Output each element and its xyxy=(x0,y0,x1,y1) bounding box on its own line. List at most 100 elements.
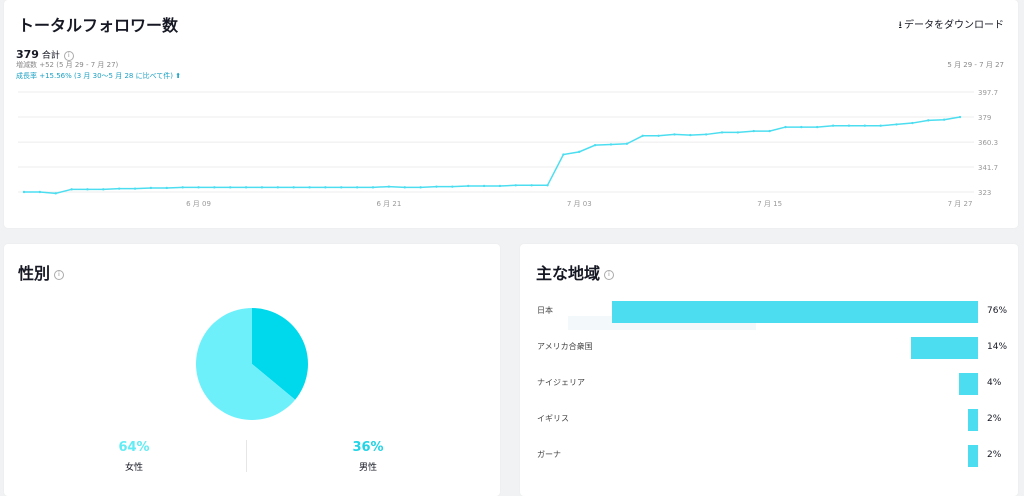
data-point[interactable] xyxy=(831,124,835,127)
x-tick-label: 7 月 03 xyxy=(567,200,592,208)
gender-pie-chart xyxy=(196,308,308,420)
data-point[interactable] xyxy=(609,143,613,146)
data-point[interactable] xyxy=(102,188,105,191)
data-point[interactable] xyxy=(181,186,184,189)
data-point[interactable] xyxy=(784,125,787,129)
followers-card: トータルフォロワー数 ⭳ データをダウンロード 379 合計 i 増減数 +52 (… xyxy=(4,0,1018,228)
data-point[interactable] xyxy=(514,184,517,187)
x-tick-label: 6 月 09 xyxy=(186,200,211,208)
data-point[interactable] xyxy=(800,125,803,129)
region-label: ナイジェリア xyxy=(537,378,585,387)
data-point[interactable] xyxy=(38,190,42,194)
region-label: 日本 xyxy=(537,306,553,315)
data-point[interactable] xyxy=(133,187,137,190)
data-point[interactable] xyxy=(244,186,248,189)
data-point[interactable] xyxy=(942,118,946,121)
data-point[interactable] xyxy=(419,186,422,189)
region-percent: 4% xyxy=(987,378,1002,388)
data-point[interactable] xyxy=(451,185,454,188)
region-title: 主な地域 i xyxy=(536,260,615,284)
data-point[interactable] xyxy=(213,186,216,189)
data-point[interactable] xyxy=(403,186,406,189)
region-bar[interactable] xyxy=(910,337,978,359)
data-point[interactable] xyxy=(704,133,708,136)
region-bar[interactable] xyxy=(968,445,978,467)
data-point[interactable] xyxy=(467,184,470,188)
region-bar[interactable] xyxy=(968,409,978,431)
y-tick-label: 397.7 xyxy=(978,89,998,97)
data-point[interactable] xyxy=(927,119,930,122)
gender-divider xyxy=(246,440,247,472)
data-point[interactable] xyxy=(530,184,533,187)
x-tick-label: 7 月 27 xyxy=(948,200,973,208)
data-point[interactable] xyxy=(546,184,549,187)
data-point[interactable] xyxy=(229,186,232,189)
y-tick-label: 323 xyxy=(978,189,991,197)
y-tick-label: 360.3 xyxy=(978,139,998,147)
info-icon[interactable]: i xyxy=(604,269,615,280)
data-point[interactable] xyxy=(958,115,962,119)
female-label: 女性 xyxy=(124,463,143,473)
data-point[interactable] xyxy=(355,186,359,189)
data-point[interactable] xyxy=(625,142,629,146)
gender-title: 性別 i xyxy=(18,260,65,284)
data-point[interactable] xyxy=(847,124,851,127)
data-point[interactable] xyxy=(340,186,343,189)
data-point[interactable] xyxy=(165,186,168,190)
data-point[interactable] xyxy=(324,186,327,189)
data-point[interactable] xyxy=(292,186,295,189)
data-point[interactable] xyxy=(736,131,740,134)
data-point[interactable] xyxy=(435,185,438,188)
data-point[interactable] xyxy=(117,187,121,190)
region-percent: 76% xyxy=(987,306,1008,316)
data-point[interactable] xyxy=(70,188,73,191)
data-point[interactable] xyxy=(641,134,644,137)
data-point[interactable] xyxy=(260,186,264,189)
data-point[interactable] xyxy=(197,186,200,189)
followers-line-chart: 323 341.7 360.3 379 397.7 6 月 09 6 月 21 7 月 03 7… xyxy=(18,89,998,208)
region-label: アメリカ合衆国 xyxy=(537,342,593,351)
x-tick-label: 7 月 15 xyxy=(757,200,782,208)
data-point[interactable] xyxy=(482,184,486,188)
data-point[interactable] xyxy=(562,153,565,156)
male-percent: 36% xyxy=(352,440,384,455)
data-point[interactable] xyxy=(593,143,597,147)
data-point[interactable] xyxy=(498,184,502,188)
gender-title-text: 性別 xyxy=(18,264,51,283)
female-percent: 64% xyxy=(118,440,150,455)
data-point[interactable] xyxy=(86,188,89,191)
region-bar[interactable] xyxy=(612,301,978,323)
region-percent: 2% xyxy=(987,450,1002,460)
data-point[interactable] xyxy=(387,185,391,188)
series-line xyxy=(24,116,961,195)
data-point[interactable] xyxy=(673,133,676,136)
data-point[interactable] xyxy=(863,124,867,127)
x-tick-label: 6 月 21 xyxy=(376,200,401,208)
data-point[interactable] xyxy=(752,129,755,133)
y-tick-label: 379 xyxy=(978,114,991,122)
data-point[interactable] xyxy=(768,129,771,133)
data-point[interactable] xyxy=(879,124,882,127)
y-tick-label: 341.7 xyxy=(978,164,998,172)
data-point[interactable] xyxy=(22,190,26,194)
region-label: イギリス xyxy=(537,414,569,423)
region-label: ガーナ xyxy=(537,450,561,459)
data-point[interactable] xyxy=(657,134,660,137)
data-point[interactable] xyxy=(816,125,819,129)
data-point[interactable] xyxy=(689,133,692,137)
region-bar[interactable] xyxy=(958,373,978,395)
data-point[interactable] xyxy=(371,186,375,189)
data-point[interactable] xyxy=(149,186,153,190)
region-percent: 2% xyxy=(987,414,1002,424)
data-point[interactable] xyxy=(276,186,280,189)
info-icon[interactable]: i xyxy=(54,269,65,280)
male-label: 男性 xyxy=(358,463,377,473)
data-point[interactable] xyxy=(720,131,724,134)
data-point[interactable] xyxy=(578,150,581,154)
data-point[interactable] xyxy=(911,121,914,125)
data-point[interactable] xyxy=(308,186,311,189)
region-title-text: 主な地域 xyxy=(536,264,601,283)
region-card: 主な地域 i xyxy=(520,244,1018,496)
data-point[interactable] xyxy=(895,123,898,126)
data-point[interactable] xyxy=(54,192,57,195)
